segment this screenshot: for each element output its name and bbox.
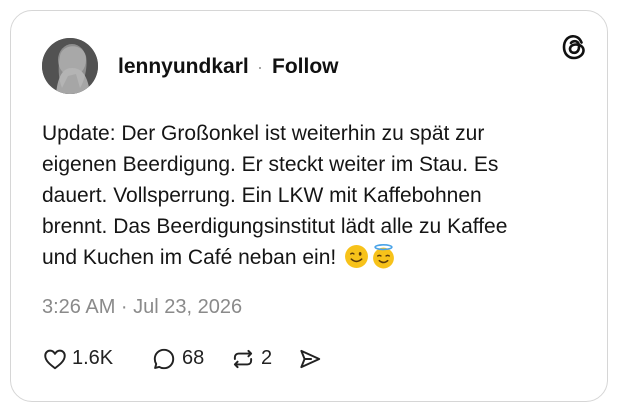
repost-count: 2 xyxy=(261,347,273,369)
post-text-line: und Kuchen im Café neban ein! xyxy=(42,246,337,269)
username[interactable]: lennyundkarl xyxy=(118,55,249,79)
smiling-face-with-halo-emoji xyxy=(373,244,394,269)
post-text-line: dauert. Vollsperrung. Ein LKW mit Kaffeb… xyxy=(42,184,482,207)
avatar[interactable] xyxy=(42,38,98,94)
share-button[interactable] xyxy=(297,345,325,373)
separator-dot: · xyxy=(257,57,263,77)
like-button[interactable]: 1.6K xyxy=(42,345,122,373)
post-text: Update: Der Großonkel ist weiterhin zu s… xyxy=(42,118,582,273)
post-timestamp[interactable]: 3:26 AM · Jul 23, 2026 xyxy=(42,296,242,319)
reply-button[interactable]: 68 xyxy=(151,345,211,373)
share-icon xyxy=(300,349,321,369)
reply-count: 68 xyxy=(182,347,205,369)
follow-button[interactable]: Follow xyxy=(272,55,339,79)
winking-face-emoji xyxy=(345,245,369,268)
repost-icon xyxy=(233,349,253,369)
post-text-line: eigenen Beerdigung. Er steckt weiter im … xyxy=(42,153,499,176)
repost-button[interactable]: 2 xyxy=(230,345,278,373)
post-text-line: Update: Der Großonkel ist weiterhin zu s… xyxy=(42,122,485,145)
heart-icon xyxy=(44,349,66,370)
threads-logo-icon[interactable] xyxy=(560,33,588,61)
reply-icon xyxy=(153,348,175,370)
post-text-line: brennt. Das Beerdigungsinstitut lädt all… xyxy=(42,215,508,238)
avatar-image xyxy=(42,38,98,94)
like-count: 1.6K xyxy=(72,347,114,369)
post-card: lennyundkarl · Follow Update: Der Großon… xyxy=(10,10,608,402)
